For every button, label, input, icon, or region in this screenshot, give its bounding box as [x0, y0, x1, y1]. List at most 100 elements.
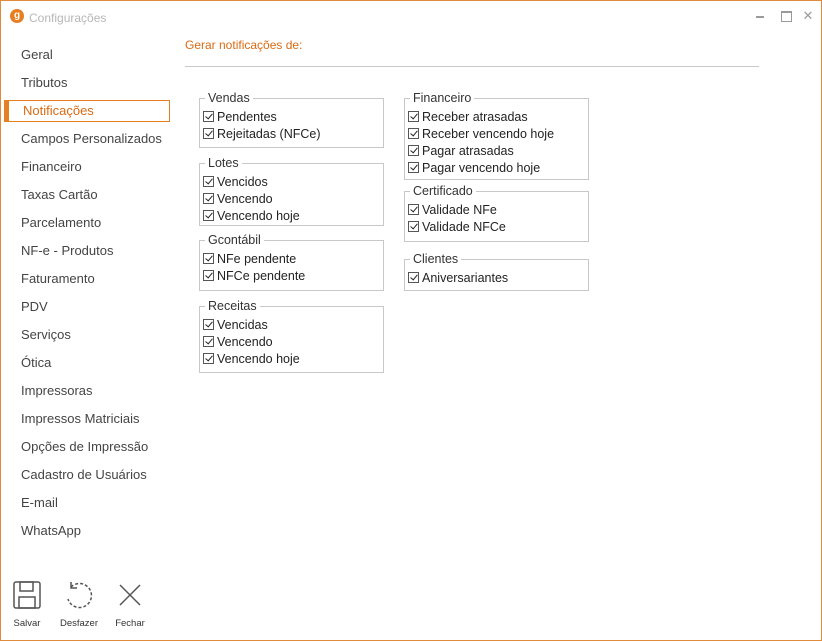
settings-window: g Configurações ✕ Geral Tributos Notific… [0, 0, 822, 641]
checkbox-box[interactable] [203, 353, 214, 364]
checkbox-label: Vencidos [217, 175, 268, 189]
close-button[interactable]: Fechar [110, 579, 150, 631]
sidebar-item-financeiro[interactable]: Financeiro [1, 153, 173, 181]
sidebar-item-parcelamento[interactable]: Parcelamento [1, 209, 173, 237]
sidebar-item-opcoes-impressao[interactable]: Opções de Impressão [1, 433, 173, 461]
checkbox-receitas-vencendo[interactable]: Vencendo [203, 334, 273, 351]
sidebar-item-pdv[interactable]: PDV [1, 293, 173, 321]
close-icon [119, 584, 141, 606]
group-clientes: Clientes Aniversariantes [404, 252, 589, 291]
checkbox-box[interactable] [203, 210, 214, 221]
sidebar-item-geral[interactable]: Geral [1, 41, 173, 69]
checkbox-clientes-aniversariantes[interactable]: Aniversariantes [408, 270, 508, 287]
sidebar-item-email[interactable]: E-mail [1, 489, 173, 517]
checkbox-receitas-vencendo-hoje[interactable]: Vencendo hoje [203, 351, 300, 368]
checkbox-label: Vencidas [217, 318, 268, 332]
title-bar: g Configurações ✕ [1, 1, 821, 33]
checkbox-gcontabil-nfe[interactable]: NFe pendente [203, 251, 296, 268]
checkbox-label: Pagar vencendo hoje [422, 161, 541, 175]
checkbox-box[interactable] [203, 336, 214, 347]
checkbox-box[interactable] [203, 176, 214, 187]
checkbox-receitas-vencidas[interactable]: Vencidas [203, 317, 268, 334]
checkbox-financeiro-pagar-hoje[interactable]: Pagar vencendo hoje [408, 160, 540, 177]
group-lotes: Lotes Vencidos Vencendo Vencendo hoje [199, 156, 384, 226]
group-certificado: Certificado Validade NFe Validade NFCe [404, 184, 589, 242]
group-title: Lotes [205, 156, 242, 170]
group-title: Vendas [205, 91, 253, 105]
sidebar-item-impressos-matriciais[interactable]: Impressos Matriciais [1, 405, 173, 433]
checkbox-financeiro-pagar-atrasadas[interactable]: Pagar atrasadas [408, 143, 514, 160]
checkbox-box[interactable] [203, 128, 214, 139]
sidebar-item-tributos[interactable]: Tributos [1, 69, 173, 97]
group-title: Financeiro [410, 91, 475, 105]
settings-sidebar: Geral Tributos Notificações Campos Perso… [1, 41, 173, 545]
checkbox-lotes-vencendo-hoje[interactable]: Vencendo hoje [203, 208, 300, 225]
checkbox-label: Receber vencendo hoje [422, 127, 555, 141]
close-label: Fechar [115, 618, 145, 629]
sidebar-item-servicos[interactable]: Serviços [1, 321, 173, 349]
sidebar-item-otica[interactable]: Ótica [1, 349, 173, 377]
checkbox-label: Validade NFe [422, 203, 497, 217]
checkbox-label: Vencendo [217, 192, 273, 206]
checkbox-financeiro-receber-atrasadas[interactable]: Receber atrasadas [408, 109, 528, 126]
checkbox-label: Vencendo hoje [217, 209, 300, 223]
checkbox-gcontabil-nfce[interactable]: NFCe pendente [203, 268, 305, 285]
checkbox-label: Aniversariantes [422, 271, 509, 285]
checkbox-label: Pendentes [217, 110, 277, 124]
checkbox-lotes-vencidos[interactable]: Vencidos [203, 174, 268, 191]
undo-label: Desfazer [59, 618, 98, 629]
checkbox-label: Receber atrasadas [422, 110, 528, 124]
group-receitas: Receitas Vencidas Vencendo Vencendo hoje [199, 299, 384, 373]
checkbox-label: NFCe pendente [217, 269, 306, 283]
undo-icon [67, 582, 93, 609]
maximize-button[interactable] [777, 8, 793, 24]
group-title: Clientes [410, 252, 462, 266]
checkbox-label: Vencendo hoje [217, 352, 300, 366]
group-title: Receitas [205, 299, 260, 313]
sidebar-item-faturamento[interactable]: Faturamento [1, 265, 173, 293]
group-financeiro: Financeiro Receber atrasadas Receber ven… [404, 91, 589, 180]
save-button[interactable]: Salvar [7, 579, 47, 631]
window-title: Configurações [29, 11, 107, 25]
checkbox-label: Vencendo [217, 335, 273, 349]
checkbox-financeiro-receber-hoje[interactable]: Receber vencendo hoje [408, 126, 554, 143]
section-divider [185, 66, 759, 67]
checkbox-box[interactable] [203, 319, 214, 330]
checkbox-box[interactable] [408, 162, 419, 173]
save-label: Salvar [13, 618, 41, 629]
checkbox-box[interactable] [408, 145, 419, 156]
group-vendas: Vendas Pendentes Rejeitadas (NFCe) [199, 91, 384, 148]
checkbox-box[interactable] [408, 128, 419, 139]
checkbox-box[interactable] [203, 253, 214, 264]
app-logo-icon: g [10, 9, 24, 23]
section-title: Gerar notificações de: [185, 38, 303, 52]
checkbox-vendas-pendentes[interactable]: Pendentes [203, 109, 277, 126]
group-title: Certificado [410, 184, 476, 198]
minimize-button[interactable] [752, 8, 768, 24]
checkbox-box[interactable] [203, 270, 214, 281]
checkbox-certificado-nfe[interactable]: Validade NFe [408, 202, 497, 219]
checkbox-label: Pagar atrasadas [422, 144, 514, 158]
checkbox-lotes-vencendo[interactable]: Vencendo [203, 191, 273, 208]
checkbox-vendas-rejeitadas[interactable]: Rejeitadas (NFCe) [203, 126, 321, 143]
close-window-button[interactable]: ✕ [800, 8, 816, 24]
group-gcontabil: Gcontábil NFe pendente NFCe pendente [199, 233, 384, 291]
sidebar-item-campos-personalizados[interactable]: Campos Personalizados [1, 125, 173, 153]
checkbox-box[interactable] [203, 193, 214, 204]
checkbox-label: Rejeitadas (NFCe) [217, 127, 321, 141]
checkbox-label: Validade NFCe [422, 220, 506, 234]
sidebar-item-cadastro-usuarios[interactable]: Cadastro de Usuários [1, 461, 173, 489]
sidebar-item-whatsapp[interactable]: WhatsApp [1, 517, 173, 545]
sidebar-item-taxas-cartao[interactable]: Taxas Cartão [1, 181, 173, 209]
sidebar-item-nfe-produtos[interactable]: NF-e - Produtos [1, 237, 173, 265]
checkbox-box[interactable] [203, 111, 214, 122]
sidebar-item-notificacoes[interactable]: Notificações [4, 100, 170, 122]
sidebar-item-impressoras[interactable]: Impressoras [1, 377, 173, 405]
checkbox-box[interactable] [408, 111, 419, 122]
save-icon [13, 581, 41, 609]
checkbox-certificado-nfce[interactable]: Validade NFCe [408, 219, 506, 236]
checkbox-box[interactable] [408, 272, 419, 283]
checkbox-box[interactable] [408, 221, 419, 232]
undo-button[interactable]: Desfazer [59, 579, 99, 631]
checkbox-box[interactable] [408, 204, 419, 215]
